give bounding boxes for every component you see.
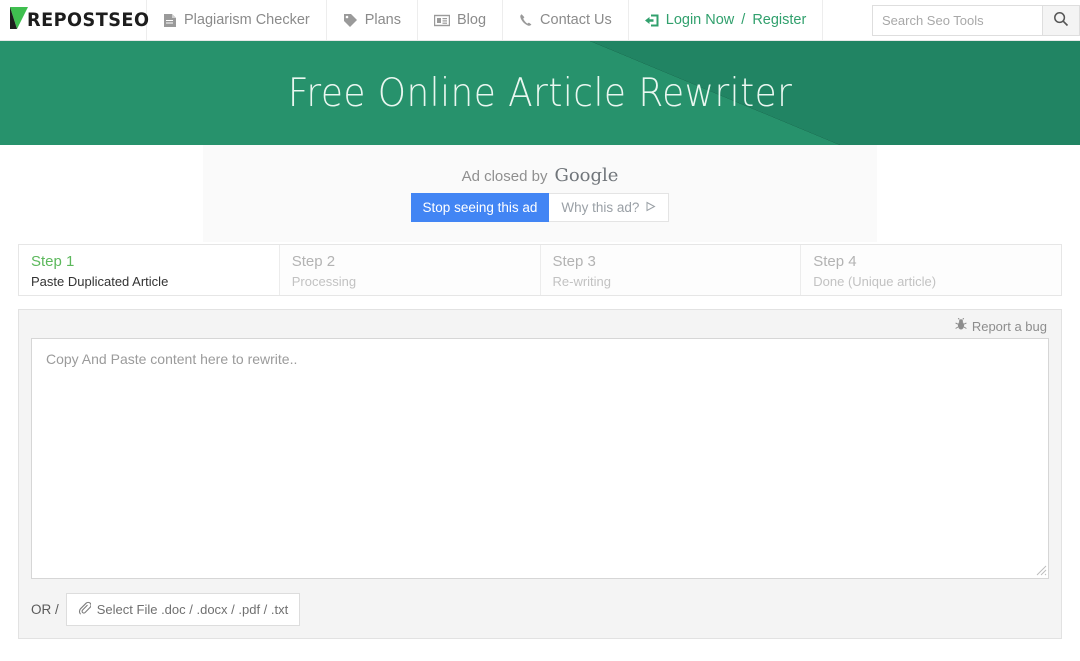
step-subtitle: Paste Duplicated Article (31, 274, 169, 289)
nav-item-contact-us[interactable]: Contact Us (502, 0, 628, 40)
nav-item-label: Plans (364, 12, 401, 28)
report-a-bug-link[interactable]: Report a bug (955, 317, 1047, 334)
page-title: Free Online Article Rewriter (287, 70, 793, 116)
select-file-label: Select File .doc / .docx / .pdf / .txt (96, 602, 289, 617)
textarea-wrapper (31, 338, 1049, 579)
step-title: Step 2 (291, 253, 336, 270)
nav-item-label: Plagiarism Checker (184, 12, 310, 28)
ad-closed-text: Ad closed by (461, 168, 548, 185)
stop-seeing-this-ad-button[interactable]: Stop seeing this ad (410, 193, 550, 222)
ad-closed-message: Ad closed by Google (462, 165, 619, 186)
step-2[interactable]: Step 2 Processing (279, 245, 541, 295)
report-a-bug-label: Report a bug (971, 318, 1047, 334)
article-textarea[interactable] (31, 338, 1049, 579)
step-title: Step 4 (813, 253, 857, 270)
why-this-ad-label: Why this ad? (561, 200, 640, 215)
tag-icon (343, 13, 358, 27)
step-title: Step 3 (552, 253, 596, 270)
login-separator: / (741, 12, 746, 28)
paperclip-icon (78, 601, 92, 618)
ad-closed-panel: Ad closed by Google Stop seeing this ad … (203, 145, 877, 242)
nav-item-plagiarism-checker[interactable]: Plagiarism Checker (146, 0, 326, 40)
why-this-ad-button[interactable]: Why this ad? (549, 193, 670, 222)
nav-items: Plagiarism Checker Plans Blog Contact Us… (146, 0, 824, 40)
step-subtitle: Processing (291, 274, 357, 289)
or-label: OR / (31, 602, 59, 617)
nav-item-blog[interactable]: Blog (417, 0, 502, 40)
search-button[interactable] (1042, 5, 1080, 36)
step-subtitle: Re-writing (552, 274, 612, 289)
step-title: Step 1 (31, 253, 75, 270)
file-upload-row: OR / Select File .doc / .docx / .pdf / .… (31, 593, 1049, 626)
search-box (872, 5, 1080, 36)
top-navigation-bar: REPOSTSEO Plagiarism Checker Plans Blog … (0, 0, 1080, 41)
phone-icon (519, 13, 533, 27)
nav-item-login-register[interactable]: Login Now / Register (627, 0, 824, 40)
login-label: Login Now (665, 12, 735, 28)
editor-panel: Report a bug OR / Select (18, 309, 1062, 639)
search-icon (1053, 11, 1069, 30)
search-input[interactable] (872, 5, 1042, 36)
bug-icon (955, 317, 967, 334)
document-icon (163, 13, 177, 28)
nav-item-label: Contact Us (540, 12, 612, 28)
ad-provider-label: Google (554, 165, 619, 186)
select-file-button[interactable]: Select File .doc / .docx / .pdf / .txt (65, 593, 301, 626)
main-content: Step 1 Paste Duplicated Article Step 2 P… (0, 244, 1080, 639)
nav-item-plans[interactable]: Plans (325, 0, 417, 40)
play-triangle-icon (645, 200, 656, 215)
page-banner: Free Online Article Rewriter (0, 41, 1080, 145)
step-3[interactable]: Step 3 Re-writing (540, 245, 802, 295)
panel-toolbar: Report a bug (31, 316, 1049, 338)
newspaper-icon (434, 14, 450, 27)
nav-item-label: Blog (457, 12, 487, 28)
register-label: Register (752, 12, 807, 28)
logo-text: REPOSTSEO (27, 9, 150, 31)
site-logo[interactable]: REPOSTSEO (0, 0, 150, 40)
ad-strip: Ad closed by Google Stop seeing this ad … (0, 145, 1080, 242)
step-4[interactable]: Step 4 Done (Unique article) (801, 245, 1061, 295)
sign-in-icon (644, 14, 659, 27)
steps-bar: Step 1 Paste Duplicated Article Step 2 P… (18, 244, 1062, 296)
ad-button-row: Stop seeing this ad Why this ad? (410, 193, 670, 222)
step-subtitle: Done (Unique article) (813, 274, 937, 289)
step-1[interactable]: Step 1 Paste Duplicated Article (19, 245, 280, 295)
